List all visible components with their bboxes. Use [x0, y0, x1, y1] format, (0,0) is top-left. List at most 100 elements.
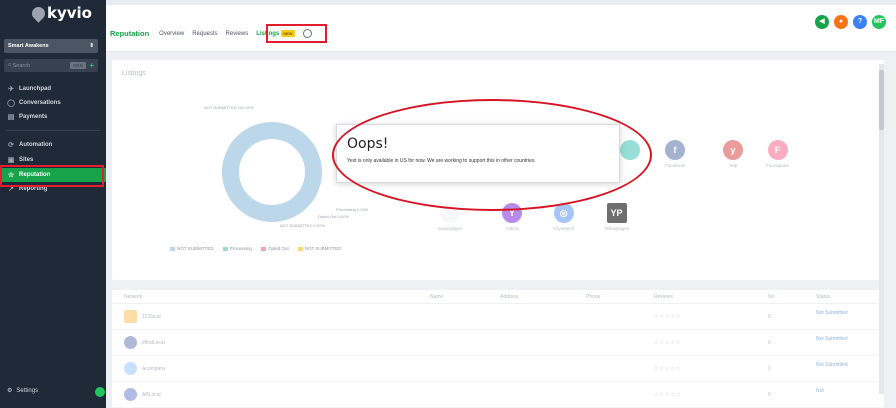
sidebar-item-label: Launchpad	[19, 86, 52, 92]
status-badge: Not	[816, 388, 824, 394]
network-logo-icon	[124, 336, 137, 349]
yelp-icon: y	[723, 140, 743, 160]
donut-label-bottom: NOT SUBMITTED 0.00%	[280, 223, 326, 228]
account-name: Smart Awakens	[8, 43, 49, 49]
column-header: No	[768, 294, 775, 300]
yellowpages-icon: YP	[606, 203, 627, 223]
legend-item[interactable]: NOT SUBMITTED	[170, 246, 214, 251]
sites-icon: ▣	[7, 157, 15, 164]
legend-item[interactable]: Processing	[223, 246, 252, 251]
help-icon[interactable]: ?	[853, 15, 867, 29]
card-title: Listings	[122, 70, 146, 77]
table-row[interactable]: 123local ☆☆☆☆☆ 0 Not Submitted	[112, 304, 884, 330]
directory-facebook: f Facebook	[665, 140, 685, 168]
gear-icon: ⚙	[7, 388, 13, 394]
column-header: Status	[816, 294, 831, 300]
payments-icon: ▤	[7, 114, 15, 121]
column-header: Network	[124, 294, 143, 300]
review-count: 0	[768, 340, 771, 346]
status-badge: Not Submitted	[816, 310, 848, 316]
table-row[interactable]: Acompany ☆☆☆☆☆ 0 Not Submitted	[112, 356, 884, 382]
network-name: ABLocal	[142, 392, 161, 398]
sidebar-item-launchpad[interactable]: ✈ Launchpad	[0, 82, 106, 96]
sidebar-item-conversations[interactable]: ◯ Conversations	[0, 96, 106, 110]
column-header: Phone	[586, 294, 601, 300]
table-row[interactable]: 2findLocal ☆☆☆☆☆ 0 Not Submitted	[112, 330, 884, 356]
column-header: Name	[430, 294, 444, 300]
sidebar-item-label: Sites	[19, 157, 34, 163]
listings-table: Network Name Address Phone Reviews No St…	[112, 290, 884, 408]
rating-stars: ☆☆☆☆☆	[654, 392, 682, 398]
directory-label: Foursquare	[766, 163, 790, 168]
column-header: Address	[500, 294, 519, 300]
facebook-icon: f	[665, 140, 685, 160]
bell-icon[interactable]: ●	[834, 15, 848, 29]
sidebar-item-payments[interactable]: ▤ Payments	[0, 110, 106, 124]
chart-legend: NOT SUBMITTED Processing Opted Out NOT S…	[170, 246, 341, 251]
page-title: Reputation	[110, 29, 150, 38]
sidebar-item-label: Conversations	[19, 100, 61, 106]
directory-foursquare: F Foursquare	[766, 140, 789, 168]
listings-highlight-box	[266, 24, 327, 43]
review-count: 0	[768, 314, 771, 320]
leaf-logo-icon	[29, 3, 48, 23]
status-badge: Not Submitted	[816, 336, 848, 342]
account-switcher[interactable]: Smart Awakens ⇕	[4, 39, 98, 53]
foursquare-icon: F	[767, 140, 788, 160]
chat-widget-icon[interactable]	[95, 387, 105, 397]
network-name: 123local	[142, 314, 161, 320]
donut-label-opted-out: Opted Out 0.00%	[318, 214, 349, 219]
chat-bubble-icon: ◯	[7, 100, 15, 107]
directory-label: Yellowpages	[604, 226, 630, 231]
directory-label: Superpages	[438, 226, 463, 231]
table-header: Network Name Address Phone Reviews No St…	[112, 290, 884, 304]
network-logo-icon	[124, 388, 137, 401]
tab-overview[interactable]: Overview	[159, 31, 184, 37]
scrollbar-thumb[interactable]	[879, 70, 884, 130]
directory-label: Citysearch	[553, 226, 575, 231]
header-actions: ◀ ● ? MF	[815, 15, 886, 29]
quick-add-icon[interactable]: +	[89, 61, 94, 70]
tab-requests[interactable]: Requests	[192, 31, 217, 37]
search-input[interactable]: ⌕ Search ctrl K +	[4, 59, 98, 72]
status-badge: Not Submitted	[816, 362, 848, 368]
sidebar: kyvio Smart Awakens ⇕ ⌕ Search ctrl K + …	[0, 0, 106, 408]
sidebar-item-automation[interactable]: ⟳ Automation	[0, 138, 106, 152]
column-header: Reviews	[654, 294, 673, 300]
search-shortcut-badge: ctrl K	[70, 62, 87, 69]
search-placeholder: Search	[12, 62, 31, 69]
automation-icon: ⟳	[8, 142, 14, 149]
donut-label-top: NOT SUBMITTED 100.00%	[204, 105, 254, 110]
donut-label-processing: Processing 0.00%	[336, 207, 369, 212]
sidebar-item-settings[interactable]: ⚙ Settings	[7, 387, 39, 395]
directory-citysearch: ◎ Citysearch	[553, 203, 574, 231]
table-row[interactable]: ABLocal ☆☆☆☆☆ 0 Not	[112, 382, 884, 408]
rating-stars: ☆☆☆☆☆	[654, 314, 682, 320]
directory-yellowpages: YP Yellowpages	[604, 203, 629, 231]
network-logo-icon	[124, 310, 137, 323]
modal-highlight-oval	[332, 99, 652, 211]
listings-donut-chart	[222, 122, 322, 222]
avatar[interactable]: MF	[872, 15, 886, 29]
reputation-highlight-box	[0, 165, 104, 187]
directory-label: Yahoo	[505, 226, 519, 231]
rating-stars: ☆☆☆☆☆	[654, 340, 682, 346]
sidebar-item-label: Automation	[19, 142, 53, 148]
review-count: 0	[768, 366, 771, 372]
legend-item[interactable]: Opted Out	[261, 246, 289, 251]
legend-item[interactable]: NOT SUBMITTED	[298, 246, 342, 251]
megaphone-icon[interactable]: ◀	[815, 15, 829, 29]
page-scrollbar[interactable]	[879, 64, 884, 394]
tab-reviews[interactable]: Reviews	[226, 31, 249, 37]
sidebar-divider	[6, 130, 100, 131]
network-name: Acompany	[142, 366, 166, 372]
directory-label: Yelp	[728, 163, 738, 168]
settings-label: Settings	[16, 387, 39, 394]
rating-stars: ☆☆☆☆☆	[654, 366, 682, 372]
app-logo[interactable]: kyvio	[29, 3, 92, 23]
network-logo-icon	[124, 362, 137, 375]
chevron-updown-icon: ⇕	[89, 43, 94, 49]
logo-text: kyvio	[47, 4, 92, 22]
rocket-icon: ✈	[8, 86, 14, 93]
review-count: 0	[768, 392, 771, 398]
